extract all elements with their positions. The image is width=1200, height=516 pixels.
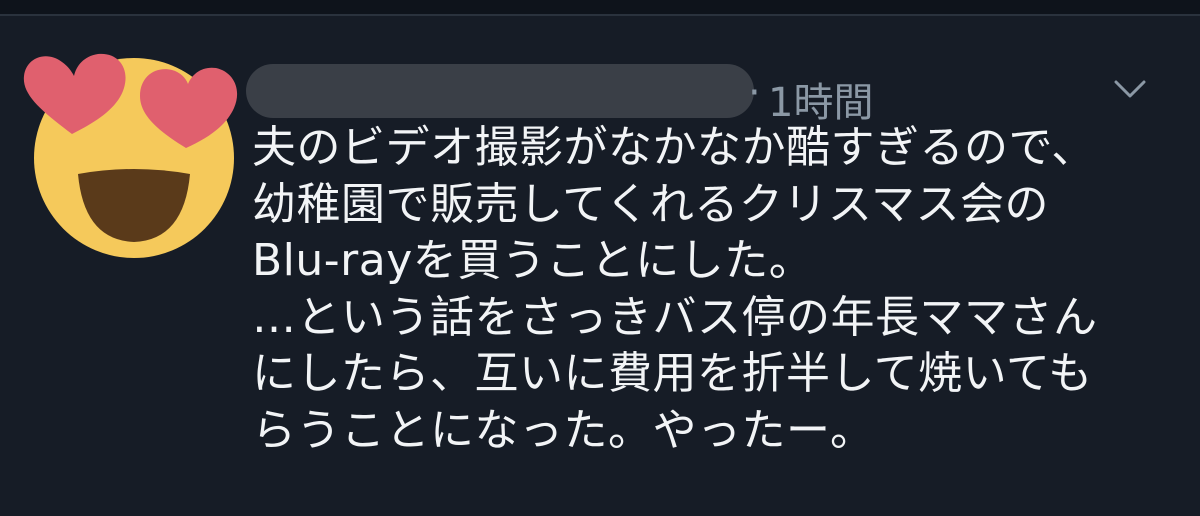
avatar[interactable] — [22, 44, 242, 264]
tweet-header: tohno · 1時間 — [246, 64, 1106, 126]
tweet-text-line: らうことになった。やったー。 — [252, 404, 875, 456]
top-strip — [0, 0, 1200, 14]
separator-dot: · — [748, 70, 761, 116]
author-name-redacted[interactable] — [246, 64, 754, 118]
tweet-text-line: …という話をさっきバス停の年長ママさん — [252, 291, 1098, 343]
tweet-text-line: 幼稚園で販売してくれるクリスマス会の — [252, 178, 1050, 230]
tweet-menu-button[interactable] — [1112, 74, 1148, 104]
tweet[interactable]: tohno · 1時間 夫のビデオ撮影がなかなか酷すぎるので、 幼稚園で販売して… — [0, 16, 1200, 516]
chevron-down-icon — [1114, 80, 1146, 98]
tweet-screen: tohno · 1時間 夫のビデオ撮影がなかなか酷すぎるので、 幼稚園で販売して… — [0, 0, 1200, 516]
tweet-text-line: にしたら、互いに費用を折半して焼いても — [252, 348, 1093, 399]
heart-eyes-emoji-icon — [23, 53, 238, 258]
tweet-text-line: 夫のビデオ撮影がなかなか酷すぎるので、 — [252, 122, 1096, 173]
tweet-text: 夫のビデオ撮影がなかなか酷すぎるので、 幼稚園で販売してくれるクリスマス会の B… — [252, 120, 1172, 459]
tweet-text-line: Blu-rayを買うことにした。 — [252, 235, 814, 286]
